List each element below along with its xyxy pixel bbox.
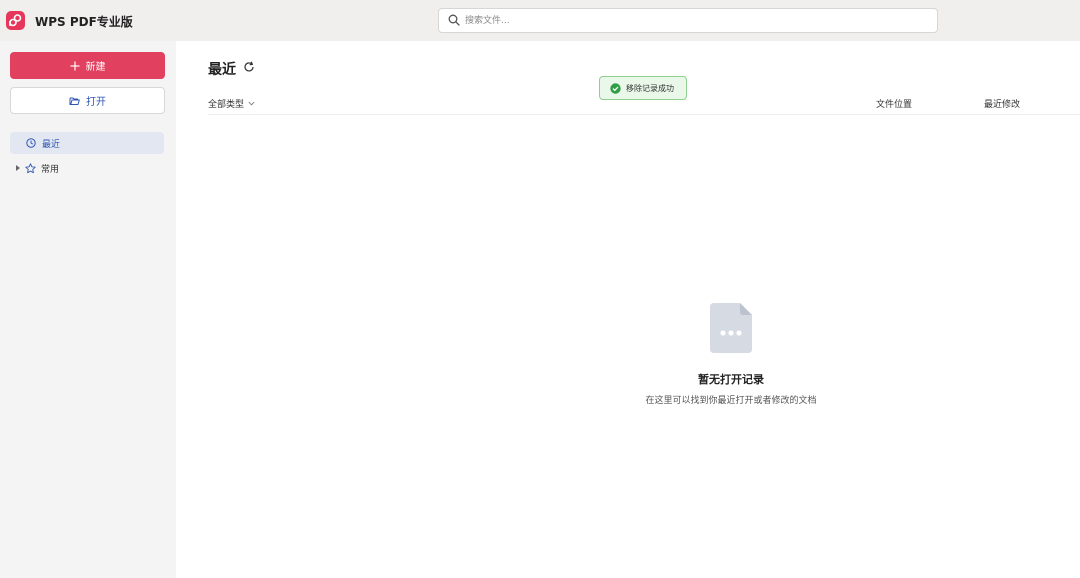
empty-document-icon [710,303,752,353]
open-button-label: 打开 [86,97,106,108]
check-circle-icon [610,82,621,94]
new-button[interactable]: 新建 [10,52,165,79]
filter-label: 全部类型 [208,100,245,110]
wps-pdf-logo-icon [6,11,25,30]
sidebar-item-label: 常用 [41,164,60,175]
page-title: 最近 [208,62,236,78]
search-icon [448,14,460,26]
sidebar: 新建 打开 最近 常用 [0,41,176,578]
search-input[interactable] [465,12,925,30]
column-header-modified[interactable]: 最近修改 [984,97,1020,110]
search-box[interactable] [438,8,938,33]
open-button[interactable]: 打开 [10,87,165,114]
column-header-location[interactable]: 文件位置 [876,97,912,110]
toast-text: 移除记录成功 [626,83,674,93]
new-button-label: 新建 [85,62,106,73]
title-bar: WPS PDF专业版 [0,0,1080,41]
header-divider [208,114,1080,115]
folder-open-icon [69,97,80,105]
empty-state-description: 在这里可以找到你最近打开或者修改的文档 [645,396,817,406]
app-title: WPS PDF专业版 [35,15,133,29]
sidebar-item-recent[interactable]: 最近 [10,132,164,154]
empty-state-title: 暂无打开记录 [698,373,764,386]
main-content: 最近 移除记录成功 全部类型 文件位置 最近修改 暂无打开记录 在这里可以找到你… [176,41,1080,578]
sidebar-item-frequent[interactable]: 常用 [10,157,164,179]
refresh-icon[interactable] [243,61,255,73]
toast-notification: 移除记录成功 [599,76,687,100]
file-type-filter[interactable]: 全部类型 [208,97,255,110]
chevron-down-icon [248,101,255,106]
clock-icon [26,138,36,148]
expand-caret-icon[interactable] [16,165,20,171]
plus-icon [70,61,79,70]
sidebar-item-label: 最近 [42,139,61,150]
star-icon [25,162,36,173]
